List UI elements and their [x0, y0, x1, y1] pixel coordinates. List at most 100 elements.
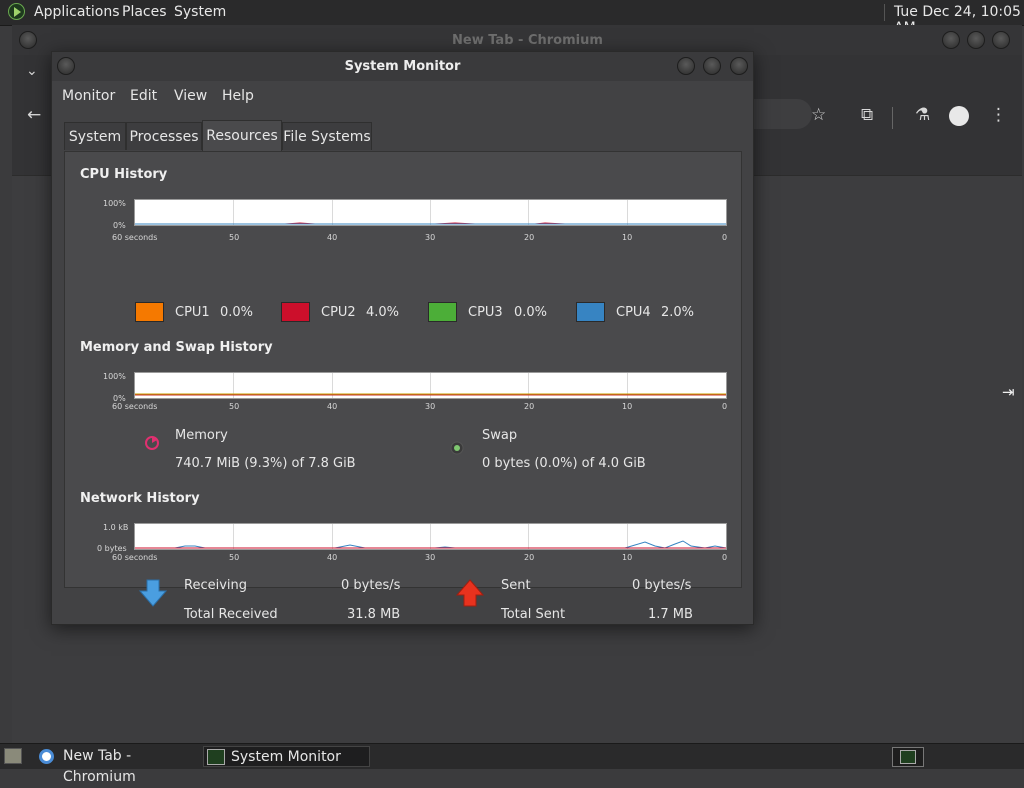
cpu-x-label-10: 10 [622, 233, 633, 242]
bottom-panel: New Tab - Chromium System Monitor [0, 743, 1024, 785]
bookmark-star-icon[interactable]: ☆ [811, 105, 826, 125]
receiving-value: 0 bytes/s [341, 578, 401, 593]
memory-x-label-50: 50 [229, 402, 240, 411]
swap-value: 0 bytes (0.0%) of 4.0 GiB [482, 456, 646, 471]
system-monitor-titlebar[interactable]: System Monitor [52, 52, 753, 81]
profile-avatar-icon[interactable] [949, 106, 969, 126]
memory-value: 740.7 MiB (9.3%) of 7.8 GiB [175, 456, 356, 471]
cpu-y-top: 100% [103, 199, 126, 208]
cpu-y-bottom: 0% [113, 221, 126, 230]
menu-help[interactable]: Help [222, 88, 254, 104]
cpu-x-label-30: 30 [425, 233, 436, 242]
omnibox[interactable] [752, 99, 812, 129]
network-x-label-60: 60 seconds [112, 553, 158, 562]
cpu3-label: CPU3 [468, 305, 503, 320]
toolbar-separator [892, 107, 893, 129]
sm-menubar: Monitor Edit View Help [52, 81, 753, 111]
cpu-x-label-40: 40 [327, 233, 338, 242]
applications-menu-icon[interactable] [8, 3, 25, 20]
cpu3-color-button[interactable] [428, 302, 457, 322]
memory-lines [135, 393, 726, 396]
chromium-window-menu-button[interactable] [19, 31, 37, 49]
network-x-label-10: 10 [622, 553, 633, 562]
memory-label: Memory [175, 428, 228, 443]
cpu-history-title: CPU History [80, 167, 168, 182]
menu-view[interactable]: View [174, 88, 207, 104]
sm-close-button[interactable] [730, 57, 748, 75]
chromium-maximize-button[interactable] [967, 31, 985, 49]
memory-history-title: Memory and Swap History [80, 340, 273, 355]
cpu-x-label-0: 0 [722, 233, 728, 242]
tab-search-chevron-icon[interactable]: ⌄ [26, 63, 38, 79]
tab-resources[interactable]: Resources [202, 120, 282, 151]
network-lines [135, 540, 726, 549]
taskbar-item-system-monitor[interactable]: System Monitor [203, 746, 370, 767]
workspace-switcher[interactable] [892, 747, 924, 767]
cpu2-value: 4.0% [366, 305, 400, 320]
total-received-label: Total Received [184, 607, 278, 622]
cpu3-value: 0.0% [514, 305, 548, 320]
cpu-x-label-50: 50 [229, 233, 240, 242]
chromium-window-title: New Tab - Chromium [452, 33, 603, 48]
cpu1-color-button[interactable] [135, 302, 164, 322]
cpu2-color-button[interactable] [281, 302, 310, 322]
network-x-label-50: 50 [229, 553, 240, 562]
memory-y-top: 100% [103, 372, 126, 381]
tab-bar: System Processes Resources File Systems [64, 120, 752, 152]
back-arrow-icon[interactable]: ← [27, 105, 41, 125]
tab-processes[interactable]: Processes [126, 122, 202, 150]
memory-x-label-60: 60 seconds [112, 402, 158, 411]
network-x-label-20: 20 [524, 553, 535, 562]
network-x-label-30: 30 [425, 553, 436, 562]
memory-x-label-40: 40 [327, 402, 338, 411]
cpu-lines [135, 222, 726, 225]
system-menu[interactable]: System [174, 4, 226, 20]
sent-arrow-icon[interactable] [456, 578, 484, 608]
network-y-top: 1.0 kB [103, 523, 129, 532]
menu-monitor[interactable]: Monitor [62, 88, 115, 104]
resize-cursor-icon: ⇥ [1002, 383, 1015, 401]
system-monitor-icon [207, 749, 225, 765]
panel-separator [884, 4, 885, 21]
chromium-minimize-button[interactable] [942, 31, 960, 49]
memory-history-graph [134, 372, 727, 399]
receiving-arrow-icon[interactable] [139, 578, 167, 608]
sm-maximize-button[interactable] [703, 57, 721, 75]
taskbar-item-chromium[interactable]: New Tab - Chromium [36, 746, 198, 785]
network-x-label-40: 40 [327, 553, 338, 562]
show-desktop-icon[interactable] [4, 748, 22, 764]
menu-kebab-icon[interactable]: ⋮ [990, 105, 1007, 125]
total-sent-value: 1.7 MB [648, 607, 693, 622]
tab-system[interactable]: System [64, 122, 126, 150]
cpu-history-graph [134, 199, 727, 226]
memory-x-label-20: 20 [524, 402, 535, 411]
cpu1-value: 0.0% [220, 305, 254, 320]
tab-file-systems[interactable]: File Systems [282, 122, 372, 150]
memory-x-label-0: 0 [722, 402, 728, 411]
chromium-close-button[interactable] [992, 31, 1010, 49]
applications-menu[interactable]: Applications [34, 4, 120, 20]
cpu4-color-button[interactable] [576, 302, 605, 322]
cpu4-label: CPU4 [616, 305, 651, 320]
cpu2-label: CPU2 [321, 305, 356, 320]
swap-label: Swap [482, 428, 518, 443]
network-y-bottom: 0 bytes [97, 544, 127, 553]
labs-flask-icon[interactable]: ⚗ [915, 105, 930, 125]
memory-pie-icon[interactable] [141, 432, 163, 454]
taskbar-chromium-label: New Tab - Chromium [63, 748, 136, 785]
chromium-icon [39, 749, 54, 764]
network-x-label-0: 0 [722, 553, 728, 562]
extensions-puzzle-icon[interactable]: ⧉ [861, 105, 873, 125]
swap-pie-icon[interactable] [446, 437, 468, 459]
memory-x-label-10: 10 [622, 402, 633, 411]
sm-window-menu-button[interactable] [57, 57, 75, 75]
menu-edit[interactable]: Edit [130, 88, 157, 104]
sent-value: 0 bytes/s [632, 578, 692, 593]
network-history-graph [134, 523, 727, 550]
workspace-window-icon [900, 750, 916, 764]
cpu1-label: CPU1 [175, 305, 210, 320]
sm-minimize-button[interactable] [677, 57, 695, 75]
places-menu[interactable]: Places [122, 4, 167, 20]
receiving-label: Receiving [184, 578, 248, 593]
sm-window-title: System Monitor [344, 59, 461, 74]
